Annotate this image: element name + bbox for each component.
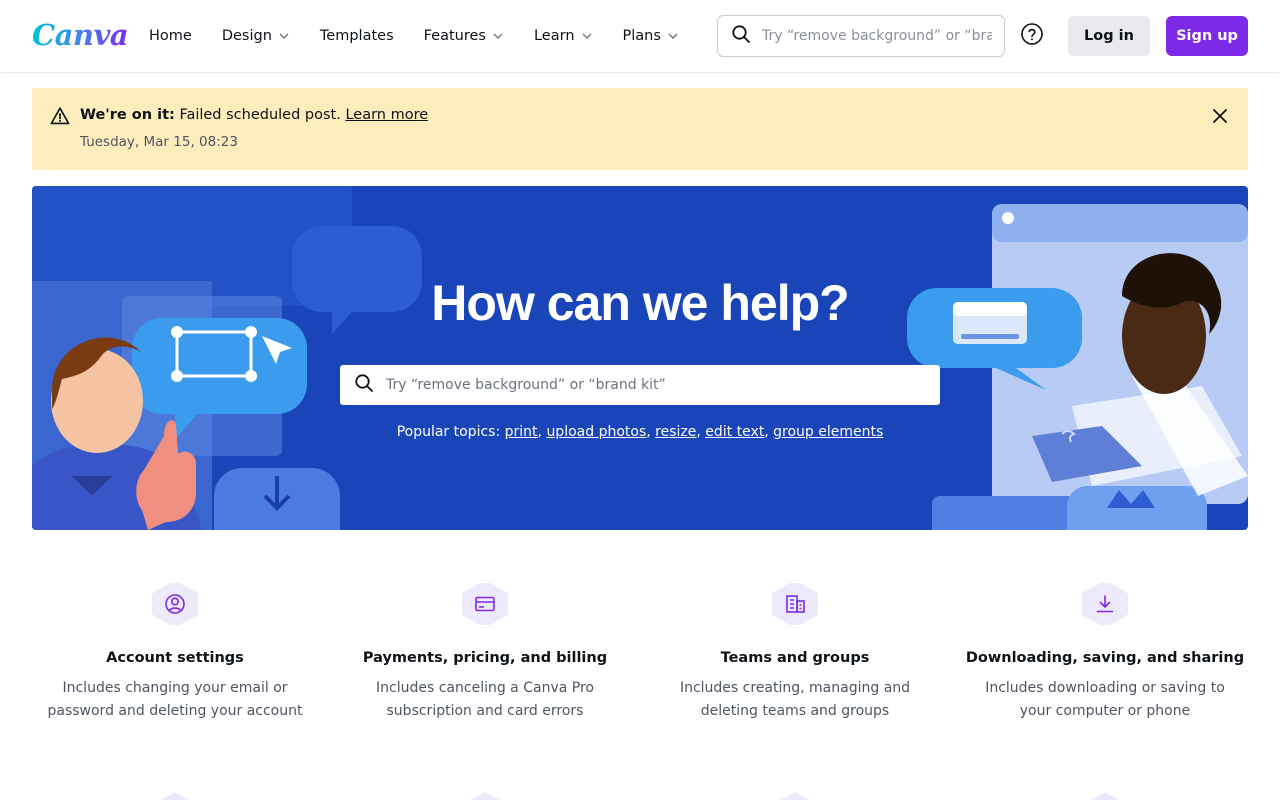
topic-link-edit-text[interactable]: edit text — [705, 424, 764, 440]
category-payments[interactable]: Payments, pricing, and billing Includes … — [345, 583, 625, 722]
question-circle-icon — [1020, 22, 1044, 50]
canva-logo[interactable]: Canva — [32, 18, 129, 52]
alert-message: We're on it: Failed scheduled post. Lear… — [80, 107, 428, 123]
alert-banner: We're on it: Failed scheduled post. Lear… — [32, 88, 1248, 170]
category-icon-partial — [780, 792, 810, 800]
topic-link-print[interactable]: print — [505, 424, 538, 440]
category-account-settings[interactable]: Account settings Includes changing your … — [35, 583, 315, 722]
topic-link-resize[interactable]: resize — [655, 424, 696, 440]
nav-learn[interactable]: Learn — [534, 16, 593, 56]
nav-plans-label: Plans — [622, 28, 661, 44]
main-nav: Home Design Templates Features Learn Pla… — [149, 0, 709, 72]
chevron-down-icon — [667, 30, 679, 42]
header-search-input[interactable] — [762, 28, 992, 44]
alert-text: Failed scheduled post. — [179, 107, 341, 123]
category-icon-partial — [470, 792, 500, 800]
alert-timestamp: Tuesday, Mar 15, 08:23 — [80, 134, 238, 150]
category-title: Teams and groups — [720, 650, 870, 666]
download-icon — [1082, 583, 1128, 625]
hero-search-input[interactable] — [386, 377, 926, 393]
nav-design-label: Design — [221, 28, 272, 44]
hero-title: How can we help? — [431, 275, 849, 331]
chevron-down-icon — [278, 30, 290, 42]
hero-illustration — [32, 186, 1248, 530]
alert-learn-more-link[interactable]: Learn more — [345, 107, 428, 123]
nav-home-label: Home — [149, 28, 192, 44]
alert-close-button[interactable] — [1208, 106, 1232, 130]
search-icon — [354, 373, 374, 397]
category-description: Includes changing your email or password… — [47, 680, 303, 719]
topic-link-upload-photos[interactable]: upload photos — [546, 424, 646, 440]
close-icon — [1211, 107, 1229, 129]
category-description: Includes creating, managing and deleting… — [679, 680, 911, 719]
login-button[interactable]: Log in — [1068, 16, 1150, 56]
nav-templates-label: Templates — [319, 28, 394, 44]
chevron-down-icon — [581, 30, 593, 42]
category-teams[interactable]: Teams and groups Includes creating, mana… — [655, 583, 935, 722]
category-title: Downloading, saving, and sharing — [965, 650, 1245, 666]
category-downloading[interactable]: Downloading, saving, and sharing Include… — [965, 583, 1245, 722]
popular-topics: Popular topics: print, upload photos, re… — [396, 424, 884, 440]
category-icon-partial — [1090, 792, 1120, 800]
nav-features[interactable]: Features — [424, 16, 504, 56]
alert-bold-text: We're on it: — [80, 107, 175, 123]
nav-plans[interactable]: Plans — [623, 16, 679, 56]
credit-card-icon — [462, 583, 508, 625]
help-button[interactable] — [1019, 23, 1045, 49]
hero-banner: How can we help? Popular topics: print, … — [32, 186, 1248, 530]
signup-button[interactable]: Sign up — [1166, 16, 1248, 56]
popular-topics-label: Popular topics: — [396, 424, 501, 440]
search-icon — [731, 24, 751, 48]
warning-triangle-icon — [50, 106, 70, 126]
category-title: Account settings — [106, 650, 244, 666]
category-icon-partial — [160, 792, 190, 800]
chevron-down-icon — [492, 30, 504, 42]
topic-link-group-elements[interactable]: group elements — [773, 424, 883, 440]
nav-learn-label: Learn — [533, 28, 575, 44]
hero-search[interactable] — [340, 365, 940, 405]
category-description: Includes canceling a Canva Pro subscript… — [376, 680, 594, 719]
nav-design[interactable]: Design — [222, 16, 290, 56]
nav-features-label: Features — [423, 28, 486, 44]
site-header: Canva Home Design Templates Features Lea… — [0, 0, 1280, 72]
nav-home[interactable]: Home — [149, 16, 192, 56]
category-description: Includes downloading or saving to your c… — [985, 680, 1225, 719]
category-title: Payments, pricing, and billing — [362, 650, 608, 666]
building-icon — [772, 583, 818, 625]
nav-templates[interactable]: Templates — [320, 16, 394, 56]
header-search[interactable] — [717, 15, 1005, 57]
account-circle-icon — [152, 583, 198, 625]
